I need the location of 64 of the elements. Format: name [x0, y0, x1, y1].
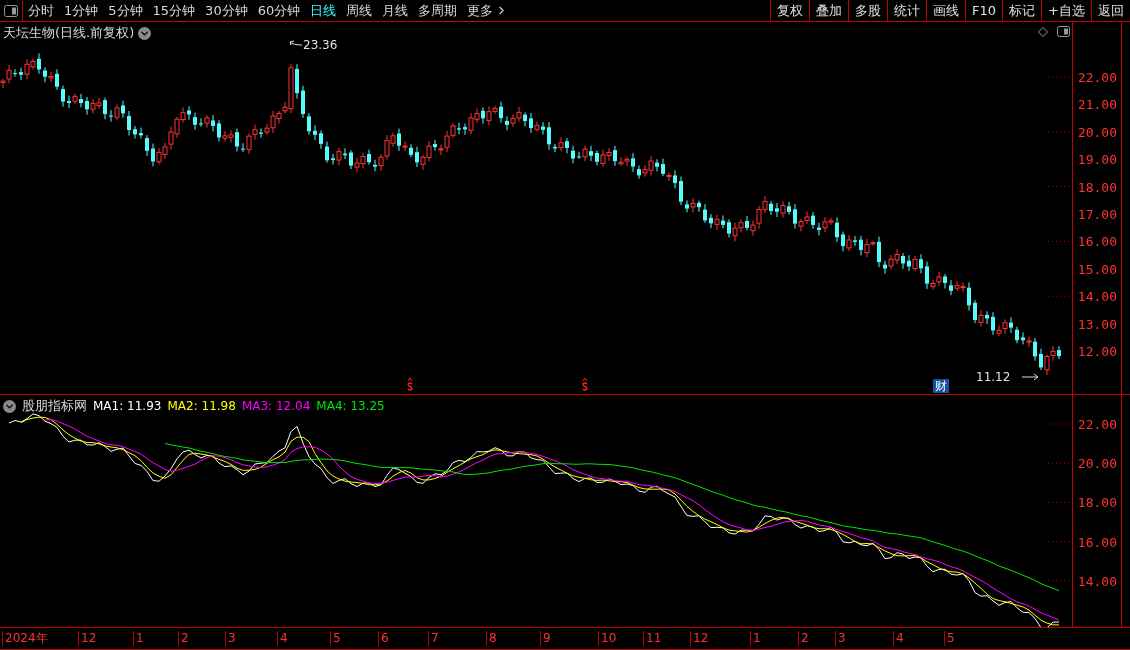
axis-label: 20.00 [1077, 124, 1117, 140]
ma-value-label: MA1: 11.93 [93, 399, 162, 413]
toolbar-button[interactable]: 叠加 [809, 0, 849, 21]
axis-label: 19.00 [1077, 151, 1117, 167]
axis-label: 18.00 [1077, 179, 1117, 195]
date-label: 9 [540, 631, 551, 646]
toolbar-button[interactable]: 统计 [887, 0, 927, 21]
period-tab[interactable]: 更多 [462, 0, 514, 21]
toolbar-button[interactable]: +自选 [1041, 0, 1091, 21]
toolbar-button[interactable]: 复权 [770, 0, 810, 21]
date-label: 8 [486, 631, 497, 646]
stock-title: 天坛生物(日线.前复权) [3, 24, 135, 42]
axis-label: 18.00 [1077, 494, 1117, 510]
period-tab[interactable]: 15分钟 [147, 0, 201, 21]
axis-label: 16.00 [1077, 233, 1117, 249]
period-tab[interactable]: 60分钟 [252, 0, 306, 21]
period-tab[interactable]: 周线 [341, 0, 378, 21]
axis-label: 17.00 [1077, 206, 1117, 222]
date-label: 3 [225, 631, 236, 646]
finance-event-badge[interactable]: 财 [933, 379, 949, 393]
date-label: 1 [133, 631, 144, 646]
date-label: 11 [643, 631, 662, 646]
date-label: 4 [893, 631, 904, 646]
axis-label: 14.00 [1077, 288, 1117, 304]
toolbar-button[interactable]: F10 [965, 0, 1003, 21]
date-label: 2 [798, 631, 809, 646]
axis-label: 13.00 [1077, 316, 1117, 332]
period-tab[interactable]: 5分钟 [103, 0, 148, 21]
ma-value-label: MA2: 11.98 [167, 399, 236, 413]
period-tab[interactable]: 日线 [305, 0, 342, 21]
period-tab[interactable]: 30分钟 [200, 0, 253, 21]
date-label: 12 [690, 631, 709, 646]
ma-value-label: MA4: 13.25 [316, 399, 385, 413]
period-tab[interactable]: 1分钟 [59, 0, 104, 21]
low-price-label: 11.12 [976, 370, 1011, 384]
toolbar-button[interactable]: 标记 [1002, 0, 1042, 21]
toolbar-button[interactable]: 多股 [848, 0, 888, 21]
date-label: 3 [835, 631, 846, 646]
axis-label: 22.00 [1077, 416, 1117, 432]
date-label: 4 [277, 631, 288, 646]
axis-label: 14.00 [1077, 573, 1117, 589]
date-label: 7 [428, 631, 439, 646]
axis-label: 22.00 [1077, 69, 1117, 85]
axis-label: 21.00 [1077, 96, 1117, 112]
date-label: 5 [330, 631, 341, 646]
date-label: 2 [178, 631, 189, 646]
date-label: 5 [944, 631, 955, 646]
date-label: 2024年 [2, 631, 48, 646]
period-tab[interactable]: 月线 [377, 0, 414, 21]
toolbar-button[interactable]: 画线 [926, 0, 966, 21]
period-tab[interactable]: 分时 [23, 0, 59, 21]
date-label: 10 [598, 631, 617, 646]
axis-label: 15.00 [1077, 261, 1117, 277]
period-tab[interactable]: 多周期 [413, 0, 463, 21]
indicator-title: 股朋指标网 [22, 397, 87, 415]
axis-label: 20.00 [1077, 455, 1117, 471]
axis-label: 12.00 [1077, 343, 1117, 359]
date-label: 1 [750, 631, 761, 646]
ma-value-label: MA3: 12.04 [241, 399, 311, 413]
axis-label: 16.00 [1077, 534, 1117, 550]
high-price-label: 23.36 [303, 38, 338, 52]
date-label: 6 [378, 631, 389, 646]
date-label: 12 [78, 631, 97, 646]
toolbar-button[interactable]: 返回 [1091, 0, 1130, 21]
